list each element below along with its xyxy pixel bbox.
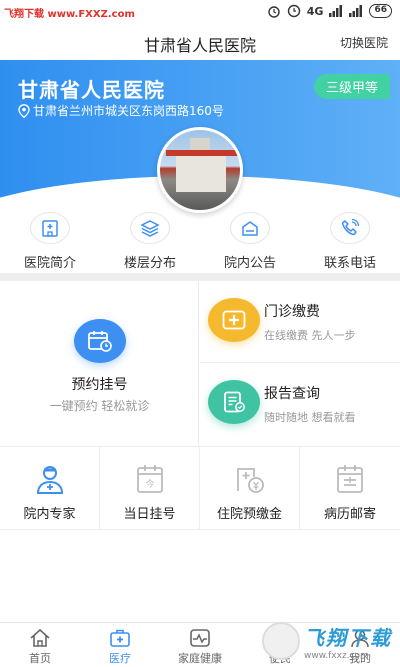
hospital-level-badge: 三级甲等 — [313, 74, 390, 99]
hospital-address: 甘肃省兰州市城关区东岗西路160号 — [18, 102, 224, 119]
tab-label: 家庭健康 — [178, 652, 222, 665]
payment-plus-icon — [208, 298, 260, 342]
service-grid: 预约挂号 一键预约 轻松就诊 门诊缴费 在线缴费 先人一步 报告查询 随时随地 … — [0, 281, 400, 446]
doctor-icon — [36, 466, 63, 494]
service-same-day[interactable]: 今 当日挂号 — [100, 447, 200, 529]
quick-nav: 医院简介 楼层分布 院内公告 联系电话 — [0, 212, 400, 274]
quick-nav-announcements[interactable]: 院内公告 — [200, 212, 300, 274]
clock-icon — [287, 4, 300, 18]
top-header: 甘肃省人民医院 切换医院 — [0, 24, 400, 60]
calendar-clock-icon — [74, 319, 126, 363]
service-label: 住院预缴金 — [216, 507, 282, 522]
service-deposit[interactable]: 住院预缴金 — [200, 447, 300, 529]
signal-icon-2 — [349, 5, 363, 17]
switch-hospital-button[interactable]: 切换医院 — [340, 34, 388, 51]
phone-icon — [330, 212, 370, 244]
section-divider — [0, 273, 400, 281]
report-subtitle: 随时随地 想看就看 — [264, 411, 356, 424]
svg-text:今: 今 — [145, 478, 154, 490]
watermark-emblem — [262, 622, 300, 660]
photo-building — [176, 152, 226, 192]
signal-icon — [329, 5, 343, 17]
tab-medical[interactable]: 医疗 — [80, 623, 160, 667]
quick-nav-label: 医院简介 — [23, 256, 76, 271]
announcement-icon — [230, 212, 270, 244]
watermark-url: www.fxxz.com — [304, 650, 369, 661]
photo-sign — [166, 150, 238, 156]
medical-record-icon — [337, 465, 363, 493]
status-icons: 4G 66 — [267, 4, 392, 18]
quick-nav-contact[interactable]: 联系电话 — [300, 212, 400, 274]
health-pulse-icon — [190, 629, 210, 647]
watermark-logo: 飞翔下载 www.fxxz.com — [262, 618, 392, 664]
tab-label: 首页 — [29, 652, 51, 665]
quick-nav-hospital-intro[interactable]: 医院简介 — [0, 212, 100, 274]
hospital-address-text: 甘肃省兰州市城关区东岗西路160号 — [33, 104, 224, 118]
tab-family-health[interactable]: 家庭健康 — [160, 623, 240, 667]
quick-nav-label: 院内公告 — [223, 256, 276, 271]
appointment-title: 预约挂号 — [71, 377, 128, 393]
report-check-icon — [208, 380, 260, 424]
service-label: 病历邮寄 — [323, 507, 376, 522]
battery-icon: 66 — [369, 4, 392, 18]
service-label: 当日挂号 — [123, 507, 176, 522]
medical-kit-icon — [110, 629, 130, 647]
location-pin-icon — [18, 103, 30, 118]
service-label: 院内专家 — [23, 507, 76, 522]
hospital-name: 甘肃省人民医院 — [18, 78, 165, 102]
appointment-card[interactable]: 预约挂号 一键预约 轻松就诊 — [0, 281, 199, 446]
payment-title: 门诊缴费 — [264, 304, 320, 320]
layers-icon — [130, 212, 170, 244]
alarm-icon — [268, 6, 280, 18]
report-title: 报告查询 — [264, 386, 320, 402]
watermark-main: 飞翔下载 — [304, 625, 392, 650]
bottom-services: 院内专家 今 当日挂号 住院预缴金 病历邮寄 — [0, 446, 400, 530]
payment-card[interactable]: 门诊缴费 在线缴费 先人一步 — [200, 281, 400, 363]
watermark-text: 飞翔下载 www.FXXZ.com — [4, 9, 135, 20]
report-card[interactable]: 报告查询 随时随地 想看就看 — [200, 363, 400, 445]
tab-home[interactable]: 首页 — [0, 623, 80, 667]
service-experts[interactable]: 院内专家 — [0, 447, 100, 529]
service-record-mail[interactable]: 病历邮寄 — [300, 447, 400, 529]
quick-nav-floors[interactable]: 楼层分布 — [100, 212, 200, 274]
payment-subtitle: 在线缴费 先人一步 — [264, 329, 356, 342]
deposit-icon — [236, 468, 264, 493]
hospital-photo — [157, 127, 243, 213]
home-icon — [30, 628, 50, 647]
network-label: 4G — [306, 4, 324, 18]
status-bar: 飞翔下载 www.FXXZ.com 4G 66 — [0, 0, 400, 24]
appointment-subtitle: 一键预约 轻松就诊 — [49, 399, 150, 413]
hospital-building-icon — [30, 212, 70, 244]
quick-nav-label: 楼层分布 — [123, 256, 176, 271]
calendar-today-icon: 今 — [136, 465, 163, 493]
watermark-text-group: 飞翔下载 www.fxxz.com — [304, 622, 392, 661]
quick-nav-label: 联系电话 — [323, 256, 376, 271]
tab-label: 医疗 — [109, 652, 131, 665]
